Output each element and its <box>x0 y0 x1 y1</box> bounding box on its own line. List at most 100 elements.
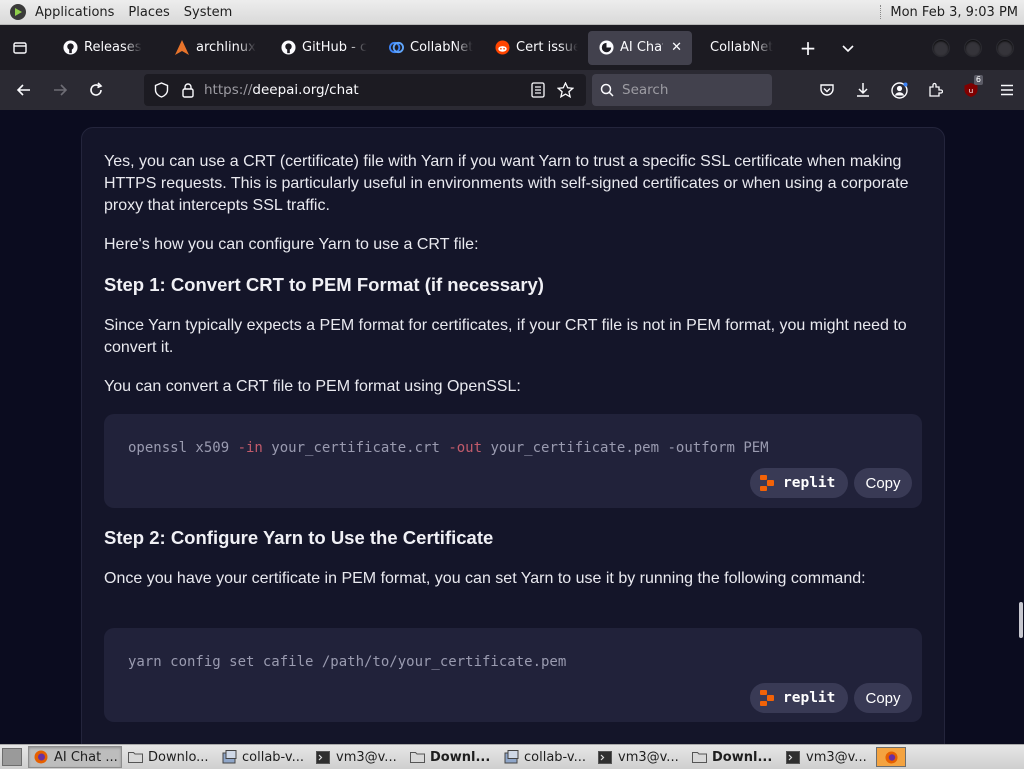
pocket-icon[interactable] <box>812 75 842 105</box>
collabnet-icon <box>388 40 404 56</box>
tab-overview-icon[interactable] <box>6 34 34 62</box>
tab-cert-issue[interactable]: Cert issue <box>484 31 588 65</box>
menu-applications[interactable]: Applications <box>28 5 121 20</box>
github-icon <box>280 40 296 56</box>
back-button[interactable] <box>9 75 39 105</box>
tab-collabnet[interactable]: CollabNet <box>378 31 484 65</box>
step2-heading: Step 2: Configure Yarn to Use the Certif… <box>104 527 494 548</box>
tab-github[interactable]: GitHub - c <box>270 31 378 65</box>
extension-badge: 6 <box>973 75 983 85</box>
list-all-tabs-icon[interactable] <box>834 34 862 62</box>
chat-response-card: Yes, you can use a CRT (certificate) fil… <box>81 127 945 744</box>
tab-label: Cert issue <box>516 40 578 55</box>
taskbar-item-collab-2[interactable]: collab-v... <box>498 746 592 768</box>
response-paragraph: Once you have your certificate in PEM fo… <box>104 570 866 587</box>
step1-heading: Step 1: Convert CRT to PEM Format (if ne… <box>104 274 544 295</box>
tracking-protection-icon[interactable] <box>154 82 172 98</box>
copy-button[interactable]: Copy <box>854 468 912 498</box>
downloads-icon[interactable] <box>848 75 878 105</box>
taskbar: AI Chat ... Downlo... collab-v... vm3@v.… <box>0 744 1024 769</box>
menu-places[interactable]: Places <box>121 5 176 20</box>
url-bar[interactable]: https://deepai.org/chat <box>144 74 586 106</box>
taskbar-item-terminal[interactable]: vm3@v... <box>310 746 404 768</box>
response-paragraph: Here's how you can configure Yarn to use… <box>104 236 479 253</box>
folder-icon <box>409 750 425 764</box>
menu-system[interactable]: System <box>177 5 239 20</box>
response-paragraph: You can convert a CRT file to PEM format… <box>104 378 521 395</box>
back-arrow-icon <box>16 84 30 96</box>
app-icon <box>503 750 519 764</box>
taskbar-item-collab[interactable]: collab-v... <box>216 746 310 768</box>
clock[interactable]: Mon Feb 3, 9:03 PM <box>890 5 1024 20</box>
replit-button[interactable]: replit <box>750 468 848 498</box>
lock-icon[interactable] <box>182 82 204 98</box>
reddit-icon <box>494 40 510 56</box>
terminal-icon <box>315 750 331 764</box>
tab-label: CollabNet <box>710 40 774 55</box>
svg-text:u: u <box>969 87 973 95</box>
maximize-button[interactable] <box>964 38 982 57</box>
close-window-button[interactable] <box>996 38 1014 57</box>
taskbar-item-terminal-3[interactable]: vm3@v... <box>780 746 874 768</box>
taskbar-item-ai-chat[interactable]: AI Chat ... <box>28 746 122 768</box>
url-host: deepai.org/chat <box>252 82 359 98</box>
tab-ai-chat[interactable]: AI Chat ✕ <box>588 30 692 65</box>
taskbar-item-downloads-3[interactable]: Downl... <box>686 746 780 768</box>
reload-button[interactable] <box>81 75 111 105</box>
system-logo-icon[interactable] <box>10 4 26 20</box>
terminal-icon <box>597 750 613 764</box>
tab-label: Releases <box>84 40 142 55</box>
deepai-icon <box>598 40 614 56</box>
replit-icon <box>760 690 774 706</box>
replit-icon <box>760 475 774 491</box>
code-block-yarn: yarn config set cafile /path/to/your_cer… <box>104 628 922 722</box>
search-placeholder: Search <box>622 82 669 98</box>
taskbar-item-downloads[interactable]: Downlo... <box>122 746 216 768</box>
tab-label: AI Chat <box>620 40 664 55</box>
firefox-icon <box>33 750 49 764</box>
response-paragraph: Since Yarn typically expects a PEM forma… <box>104 317 907 356</box>
firefox-icon <box>884 750 898 764</box>
github-icon <box>62 40 78 56</box>
reload-icon <box>90 82 103 96</box>
code-text[interactable]: openssl x509 -in your_certificate.crt -o… <box>128 440 769 456</box>
show-desktop-icon[interactable] <box>2 748 22 766</box>
reader-view-icon[interactable] <box>531 82 545 98</box>
search-box[interactable]: Search <box>592 74 772 106</box>
url-scheme: https:// <box>204 82 253 98</box>
tab-strip: Releases archlinux GitHub - c CollabNet … <box>0 25 1024 70</box>
tab-collabnet-2[interactable]: CollabNet <box>692 31 794 65</box>
taskbar-item-downloads-2[interactable]: Downl... <box>404 746 498 768</box>
new-tab-icon[interactable]: + <box>794 34 822 62</box>
minimize-button[interactable] <box>932 38 950 57</box>
terminal-icon <box>785 750 801 764</box>
forward-button[interactable] <box>45 75 75 105</box>
search-icon <box>600 83 614 97</box>
bookmark-star-icon[interactable] <box>557 82 574 98</box>
tab-archlinux[interactable]: archlinux <box>164 31 270 65</box>
page-viewport: Yes, you can use a CRT (certificate) fil… <box>0 110 1024 744</box>
copy-button[interactable]: Copy <box>854 683 912 713</box>
app-icon <box>221 750 237 764</box>
account-icon[interactable] <box>884 75 914 105</box>
code-text[interactable]: yarn config set cafile /path/to/your_cer… <box>128 654 566 670</box>
tab-label: GitHub - c <box>302 40 368 55</box>
nav-bar: https://deepai.org/chat Search u 6 <box>0 70 1024 110</box>
archlinux-icon <box>174 40 190 56</box>
tab-releases[interactable]: Releases <box>52 31 164 65</box>
ublock-extension-icon[interactable]: u 6 <box>956 75 986 105</box>
response-paragraph: Yes, you can use a CRT (certificate) fil… <box>104 153 909 214</box>
forward-arrow-icon <box>54 84 68 96</box>
folder-icon <box>691 750 707 764</box>
tab-label: CollabNet <box>410 40 474 55</box>
close-tab-icon[interactable]: ✕ <box>671 40 682 55</box>
folder-icon <box>127 750 143 764</box>
workspace-switcher[interactable] <box>876 747 906 767</box>
replit-button[interactable]: replit <box>750 683 848 713</box>
panel-grip <box>880 5 884 19</box>
page-scrollbar-thumb[interactable] <box>1019 602 1023 638</box>
tab-label: archlinux <box>196 40 256 55</box>
menu-hamburger-icon[interactable] <box>992 75 1022 105</box>
extensions-icon[interactable] <box>920 75 950 105</box>
taskbar-item-terminal-2[interactable]: vm3@v... <box>592 746 686 768</box>
